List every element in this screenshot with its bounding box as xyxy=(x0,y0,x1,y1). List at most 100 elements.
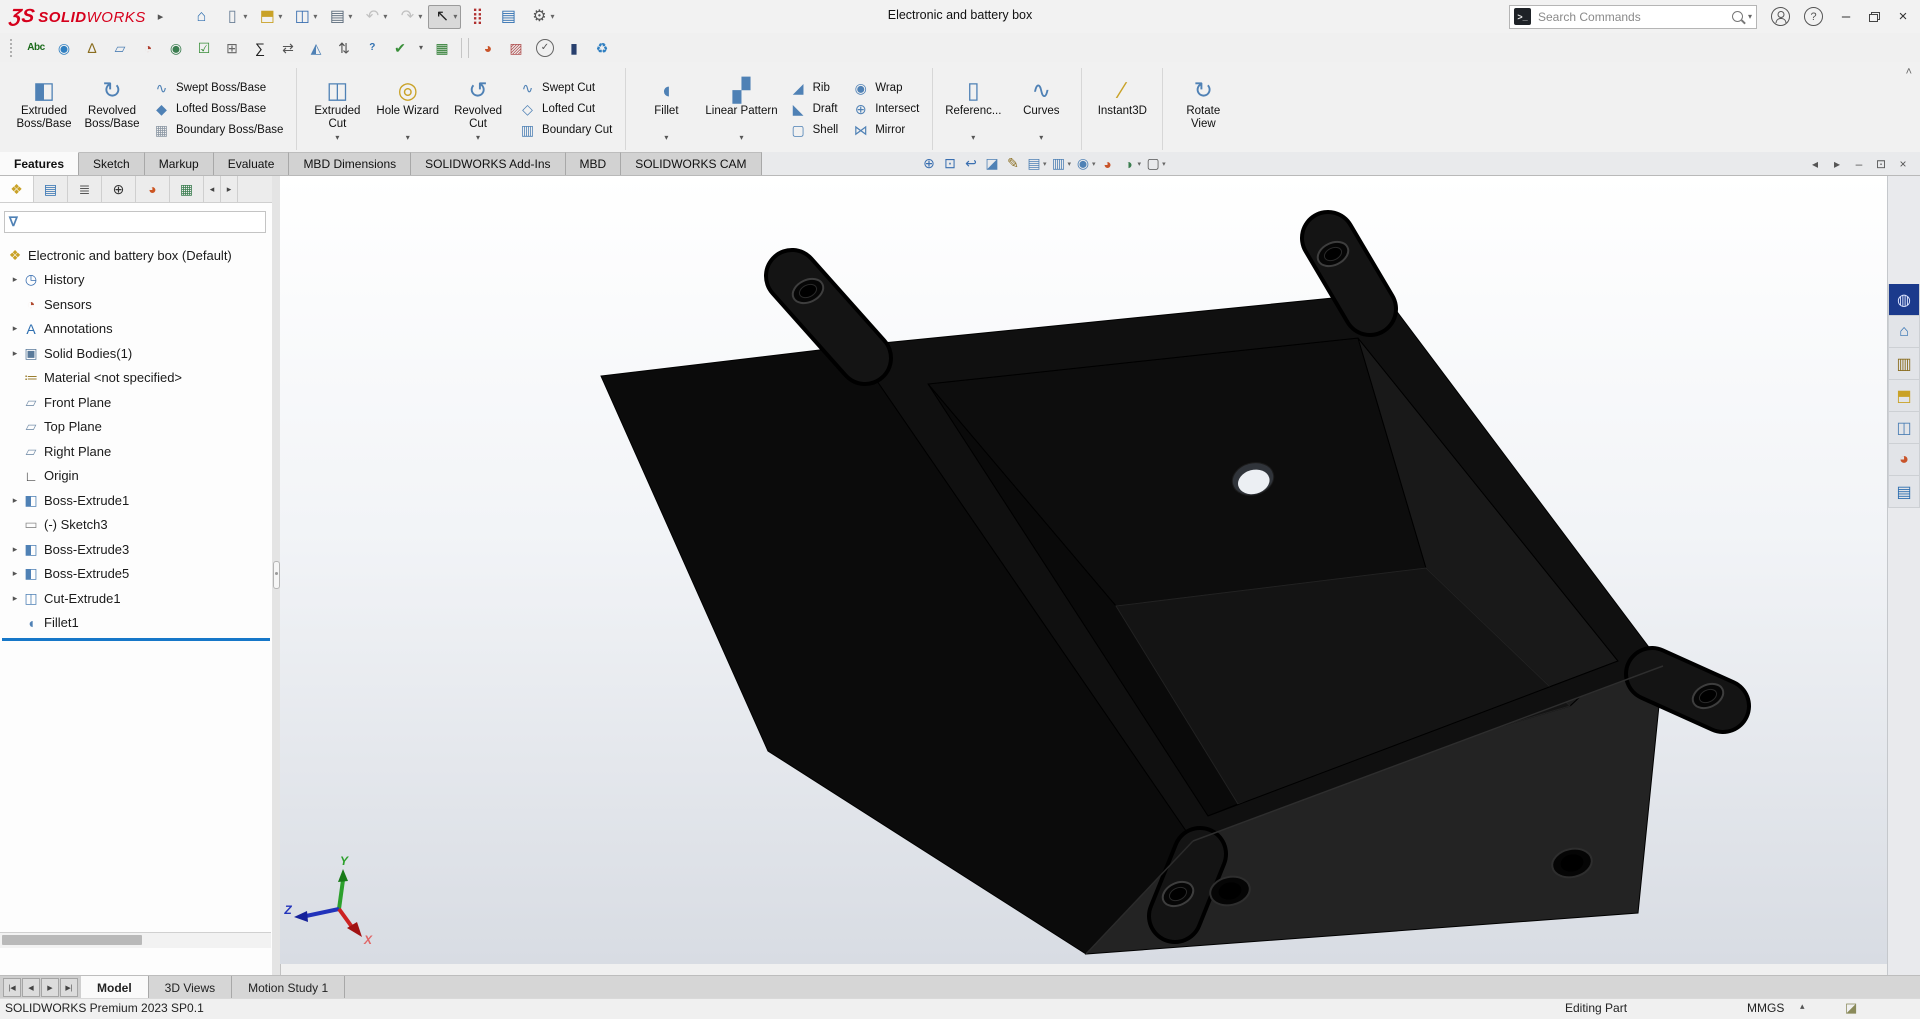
tree-item-sensors[interactable]: ◔ Sensors xyxy=(0,292,272,317)
sensors-icon[interactable]: ◉ xyxy=(164,37,188,59)
motion-study-tab[interactable]: Motion Study 1 xyxy=(232,976,345,999)
expand-arrow-icon[interactable]: ▸ xyxy=(8,593,22,604)
options-button[interactable]: ⚙ ▾ xyxy=(525,5,558,29)
instant3d-button[interactable]: ∕ Instant3D xyxy=(1088,72,1156,146)
expand-arrow-icon[interactable]: ▸ xyxy=(8,568,22,579)
splitter-handle[interactable] xyxy=(273,561,280,589)
rib-button[interactable]: ◢ Rib xyxy=(790,80,839,97)
search-caret-icon[interactable]: ▾ xyxy=(1748,12,1752,21)
previous-view-icon[interactable]: ↩ xyxy=(962,155,980,172)
panel-tab-configurationmanager[interactable]: ≣ xyxy=(68,176,102,202)
view-orientation-icon[interactable]: ▤ ▾ xyxy=(1025,155,1047,172)
tab-mbd[interactable]: MBD xyxy=(566,152,622,175)
tab-evaluate[interactable]: Evaluate xyxy=(214,152,290,175)
apply-scene-icon[interactable]: ◑ ▾ xyxy=(1120,156,1142,172)
fast-forward-tab-button[interactable]: ▶| xyxy=(60,978,78,997)
undercut-analysis-icon[interactable]: ⇅ xyxy=(332,37,356,59)
panel-tab-scroll-left[interactable]: ◂ xyxy=(204,176,221,202)
section-view-icon[interactable]: ◪ xyxy=(983,155,1001,172)
swept-boss-base-button[interactable]: ∿ Swept Boss/Base xyxy=(153,80,283,97)
collapse-ribbon-icon[interactable]: ˄ xyxy=(1906,66,1912,78)
panel-tab-propertymanager[interactable]: ▤ xyxy=(34,176,68,202)
zoom-to-fit-icon[interactable]: ⊕ xyxy=(920,155,938,172)
panel-tab-scroll-right[interactable]: ▸ xyxy=(221,176,238,202)
fillet-button[interactable]: ◖ Fillet ▾ xyxy=(632,72,700,146)
tree-item-right-plane[interactable]: ▱ Right Plane xyxy=(0,439,272,464)
lofted-cut-button[interactable]: ◇ Lofted Cut xyxy=(519,101,612,118)
print-button[interactable]: ▤ ▾ xyxy=(323,5,356,29)
dynamic-annotation-icon[interactable]: ✎ xyxy=(1004,155,1022,172)
tab-features[interactable]: Features xyxy=(0,152,79,175)
display-style-icon[interactable]: ▥ ▾ xyxy=(1050,155,1072,172)
material-analysis-icon[interactable]: ▨ xyxy=(504,37,528,59)
view-settings-icon[interactable]: ▢ ▾ xyxy=(1144,155,1166,172)
tree-item-boss-extrude3[interactable]: ▸ ◧ Boss-Extrude3 xyxy=(0,537,272,562)
redo-button[interactable]: ↷ ▾ xyxy=(393,5,426,29)
hide-show-items-icon[interactable]: ◉ ▾ xyxy=(1074,155,1096,172)
edit-appearance-icon[interactable]: ◕ xyxy=(476,37,500,59)
tree-item-solid-bodies[interactable]: ▸ ▣ Solid Bodies(1) xyxy=(0,341,272,366)
tree-item-front-plane[interactable]: ▱ Front Plane xyxy=(0,390,272,415)
panel-tab-cam[interactable]: ▦ xyxy=(170,176,204,202)
shell-button[interactable]: ▢ Shell xyxy=(790,122,839,139)
rotate-view-button[interactable]: ↻ RotateView xyxy=(1169,72,1237,146)
new-document-button[interactable]: ▯ ▾ xyxy=(218,5,251,29)
revolved-boss-base-button[interactable]: ↻ RevolvedBoss/Base xyxy=(78,72,146,146)
mirror-button[interactable]: ⋈ Mirror xyxy=(852,122,919,139)
intersect-button[interactable]: ⊕ Intersect xyxy=(852,101,919,118)
search-commands-box[interactable]: >_ ▾ xyxy=(1509,5,1757,29)
edit-appearance-icon[interactable]: ◕ xyxy=(1099,156,1117,172)
curves-button[interactable]: ∿ Curves ▾ xyxy=(1007,72,1075,146)
spell-check-icon[interactable]: Abc xyxy=(24,37,48,59)
next-window-icon[interactable]: ▸ xyxy=(1830,157,1844,171)
tree-item-cut-extrude1[interactable]: ▸ ◫ Cut-Extrude1 xyxy=(0,586,272,611)
selection-filter-button[interactable]: ⣿ xyxy=(463,5,492,29)
swept-cut-button[interactable]: ∿ Swept Cut xyxy=(519,80,612,97)
taskpane-appearances-icon[interactable]: ◕ xyxy=(1888,444,1920,476)
taskpane-custom-properties-icon[interactable]: ▤ xyxy=(1888,476,1920,508)
performance-evaluation-icon[interactable]: ◔ xyxy=(136,37,160,59)
tree-filter-input[interactable]: ∇ xyxy=(4,211,266,233)
select-tool-button[interactable]: ↖ ▾ xyxy=(428,5,461,29)
user-account-icon[interactable] xyxy=(1771,7,1790,26)
tree-item-origin[interactable]: ∟ Origin xyxy=(0,464,272,489)
expand-arrow-icon[interactable]: ▸ xyxy=(8,274,22,285)
tree-item-annotations[interactable]: ▸ A Annotations xyxy=(0,317,272,342)
revolved-cut-button[interactable]: ↺ RevolvedCut ▾ xyxy=(444,72,512,146)
tree-item-history[interactable]: ▸ ◷ History xyxy=(0,268,272,293)
linear-pattern-button[interactable]: ▞ Linear Pattern ▾ xyxy=(700,72,782,146)
verification-icon[interactable]: ✓ xyxy=(536,39,554,57)
logo-flyout-icon[interactable]: ▸ xyxy=(158,10,164,23)
expand-arrow-icon[interactable]: ▸ xyxy=(8,348,22,359)
block-colors-icon[interactable]: ▮ xyxy=(562,37,586,59)
open-button[interactable]: ⬒ ▾ xyxy=(253,5,286,29)
reference-geometry-button[interactable]: ▯ Referenc... ▾ xyxy=(939,72,1007,146)
deviation-analysis-icon[interactable]: ✔ xyxy=(388,37,412,59)
search-commands-input[interactable] xyxy=(1536,9,1727,25)
tab-markup[interactable]: Markup xyxy=(145,152,214,175)
tree-item-fillet1[interactable]: ◖ Fillet1 xyxy=(0,611,272,636)
mass-properties-icon[interactable]: ∆ xyxy=(80,37,104,59)
tree-item-boss-extrude5[interactable]: ▸ ◧ Boss-Extrude5 xyxy=(0,562,272,587)
import-diagnostics-icon[interactable]: ? xyxy=(360,37,384,59)
expand-arrow-icon[interactable]: ▸ xyxy=(8,544,22,555)
3d-views-tab[interactable]: 3D Views xyxy=(149,976,232,999)
taskpane-file-explorer-icon[interactable]: ⬒ xyxy=(1888,380,1920,412)
save-button[interactable]: ◫ ▾ xyxy=(288,5,321,29)
equations-icon[interactable]: ∑ xyxy=(248,37,272,59)
reload-sphere-icon[interactable]: ♻ xyxy=(590,37,614,59)
lofted-boss-base-button[interactable]: ◆ Lofted Boss/Base xyxy=(153,101,283,118)
expand-arrow-icon[interactable]: ▸ xyxy=(8,495,22,506)
rollback-bar[interactable] xyxy=(2,638,270,641)
tree-horizontal-scrollbar[interactable] xyxy=(0,932,271,948)
viewport-canvas[interactable]: Y Z X xyxy=(280,176,1888,964)
panel-tab-displaymanager[interactable]: ◕ xyxy=(136,176,170,202)
zoom-to-area-icon[interactable]: ⊡ xyxy=(941,155,959,172)
previous-window-icon[interactable]: ◂ xyxy=(1808,157,1822,171)
model-tab[interactable]: Model xyxy=(81,976,149,999)
help-icon[interactable]: ? xyxy=(1804,7,1823,26)
boundary-boss-base-button[interactable]: ▦ Boundary Boss/Base xyxy=(153,122,283,139)
extruded-cut-button[interactable]: ◫ ExtrudedCut ▾ xyxy=(303,72,371,146)
search-icon[interactable] xyxy=(1732,11,1743,22)
hole-wizard-button[interactable]: ◎ Hole Wizard ▾ xyxy=(371,72,444,146)
